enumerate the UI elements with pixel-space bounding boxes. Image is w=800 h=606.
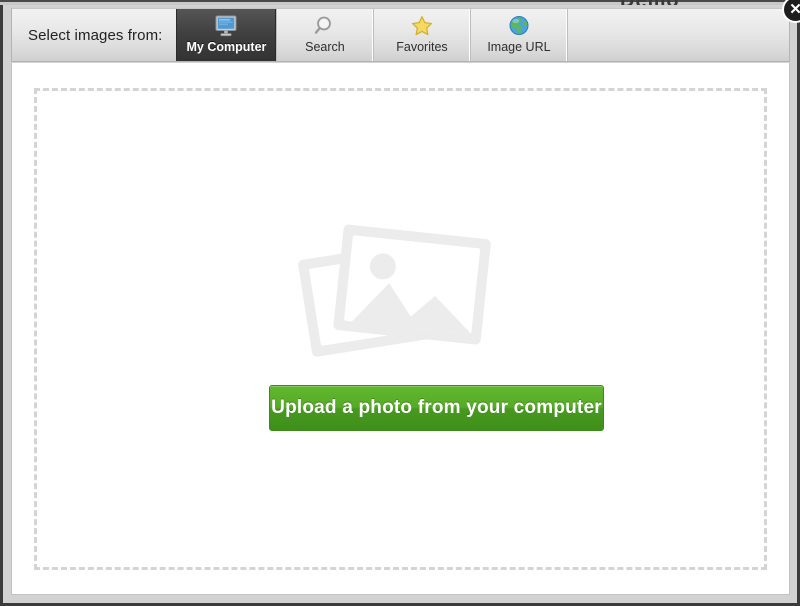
- tab-favorites-label: Favorites: [396, 40, 448, 54]
- photo-stack-placeholder-icon: [286, 224, 516, 359]
- tab-search[interactable]: Search: [276, 9, 374, 61]
- tab-my-computer-label: My Computer: [186, 40, 267, 54]
- tabbar-filler: [567, 9, 789, 61]
- screen-root: Demo Select images from:: [0, 0, 800, 606]
- magnifier-icon: [313, 13, 337, 39]
- tab-image-url[interactable]: Image URL: [470, 9, 568, 61]
- file-dropzone[interactable]: Upload a photo from your computer: [34, 88, 767, 570]
- content-panel: Upload a photo from your computer: [11, 63, 790, 595]
- image-picker-dialog: Select images from: My Computer Search F…: [0, 0, 800, 606]
- source-tabbar: Select images from: My Computer Search F…: [11, 8, 790, 62]
- upload-photo-button[interactable]: Upload a photo from your computer: [269, 385, 604, 431]
- globe-icon: [507, 13, 531, 39]
- tab-search-label: Search: [305, 40, 345, 54]
- tab-favorites[interactable]: Favorites: [373, 9, 471, 61]
- tab-my-computer[interactable]: My Computer: [176, 9, 277, 61]
- monitor-icon: [213, 13, 239, 39]
- tab-image-url-label: Image URL: [487, 40, 551, 54]
- select-images-from-label: Select images from:: [28, 26, 163, 44]
- star-icon: [410, 13, 434, 39]
- backdrop-dark-bar: [0, 0, 800, 2]
